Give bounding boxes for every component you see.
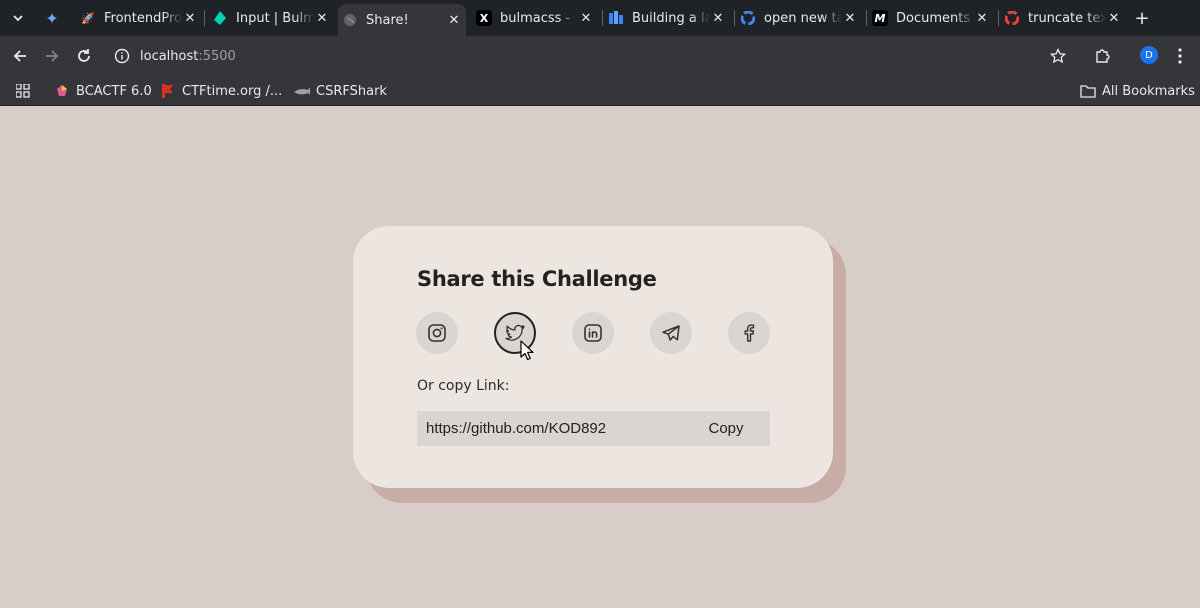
share-title: Share this Challenge (417, 267, 657, 291)
menu-kebab-icon[interactable] (1170, 44, 1190, 68)
all-bookmarks-button[interactable]: All Bookmarks (1080, 80, 1195, 102)
close-icon[interactable]: ✕ (1106, 11, 1122, 26)
url-host: localhost (140, 48, 199, 64)
instagram-icon (428, 324, 446, 342)
address-bar[interactable]: localhost:5500 (100, 40, 1120, 72)
copy-link-box: Copy (417, 411, 770, 446)
tab-share-active[interactable]: Share! ✕ (338, 4, 466, 36)
mouse-cursor-icon (520, 340, 534, 361)
tailwind-icon (608, 10, 624, 26)
url-text[interactable]: localhost:5500 (140, 49, 236, 64)
tab-title: Documents (896, 10, 971, 26)
ctftime-icon (160, 83, 176, 99)
bookmark-star-icon[interactable] (1046, 44, 1070, 68)
telegram-button[interactable] (650, 312, 692, 354)
tab-open-new-tab[interactable]: open new ta ✕ (736, 6, 862, 30)
site-info-icon[interactable] (112, 46, 132, 66)
tab-title: bulmacss - (500, 10, 571, 26)
tab-separator (734, 10, 735, 26)
back-arrow-icon[interactable] (8, 44, 32, 68)
forward-arrow-icon[interactable] (40, 44, 64, 68)
tab-bulmacss-x[interactable]: X bulmacss - ✕ (472, 6, 598, 30)
copy-link-label: Or copy Link: (417, 378, 510, 394)
google-icon (740, 10, 756, 26)
folder-icon (1080, 85, 1096, 98)
tab-truncate-text[interactable]: truncate text ✕ (1000, 6, 1126, 30)
bookmark-ctftime[interactable]: CTFtime.org /... (160, 80, 282, 102)
close-icon[interactable]: ✕ (974, 11, 990, 26)
bulma-icon (212, 10, 228, 26)
globe-icon (342, 12, 358, 28)
tab-input-bulma[interactable]: Input | Bulma ✕ (208, 6, 334, 30)
close-icon[interactable]: ✕ (578, 11, 594, 26)
share-card: Share this Challenge Or copy Link: Copy (353, 226, 833, 488)
m-icon: M (872, 10, 888, 26)
bookmark-csrfshark[interactable]: CSRFShark (294, 80, 387, 102)
tab-title: Input | Bulma (236, 10, 314, 26)
bcactf-icon (54, 83, 70, 99)
close-icon[interactable]: ✕ (710, 11, 726, 26)
copy-button[interactable]: Copy (682, 411, 770, 446)
tab-frontendpro[interactable]: 🚀 FrontendPro ✕ (76, 6, 202, 30)
extensions-puzzle-icon[interactable] (1090, 44, 1114, 68)
shark-icon (294, 83, 310, 99)
reload-icon[interactable] (72, 44, 96, 68)
page-scrollbar[interactable] (1186, 106, 1200, 608)
bookmark-label: BCACTF 6.0 (76, 83, 152, 99)
tab-separator (602, 10, 603, 26)
new-tab-button[interactable]: + (1130, 6, 1154, 30)
tab-title: truncate text (1028, 10, 1106, 26)
tab-separator (998, 10, 999, 26)
browser-toolbar: localhost:5500 D (0, 36, 1200, 76)
close-icon[interactable]: ✕ (314, 11, 330, 26)
tab-building-layout[interactable]: Building a la ✕ (604, 6, 730, 30)
tab-separator (866, 10, 867, 26)
linkedin-button[interactable] (572, 312, 614, 354)
tab-title: FrontendPro (104, 10, 182, 26)
tab-title: Building a la (632, 10, 710, 26)
bookmarks-bar: BCACTF 6.0 CTFtime.org /... CSRFShark Al… (0, 76, 1200, 106)
link-input[interactable] (426, 420, 676, 437)
profile-avatar[interactable]: D (1140, 46, 1158, 64)
close-icon[interactable]: ✕ (182, 11, 198, 26)
facebook-icon (744, 324, 755, 342)
bookmark-label: CSRFShark (316, 83, 387, 99)
rocket-icon: 🚀 (81, 11, 95, 25)
tab-title: open new ta (764, 10, 842, 26)
x-icon: X (476, 10, 492, 26)
close-icon[interactable]: ✕ (446, 13, 462, 28)
bookmark-bcactf[interactable]: BCACTF 6.0 (54, 80, 152, 102)
bookmark-label: CTFtime.org /... (182, 83, 283, 99)
telegram-icon (662, 325, 680, 341)
tab-strip: ✦ 🚀 FrontendPro ✕ Input | Bulma ✕ Share!… (0, 0, 1200, 36)
tab-documents[interactable]: M Documents ✕ (868, 6, 994, 30)
linkedin-icon (584, 324, 602, 342)
url-port: :5500 (198, 48, 236, 64)
tab-title: Share! (366, 12, 409, 28)
tab-search-chevron-icon[interactable] (6, 6, 30, 30)
page-viewport: Share this Challenge Or copy Link: Copy (0, 106, 1200, 608)
gemini-sparkle-icon[interactable]: ✦ (40, 6, 64, 30)
apps-grid-icon[interactable] (14, 82, 32, 100)
tab-separator (204, 10, 205, 26)
close-icon[interactable]: ✕ (842, 11, 858, 26)
instagram-button[interactable] (416, 312, 458, 354)
google-icon (1004, 10, 1020, 26)
facebook-button[interactable] (728, 312, 770, 354)
all-bookmarks-label: All Bookmarks (1102, 83, 1195, 99)
